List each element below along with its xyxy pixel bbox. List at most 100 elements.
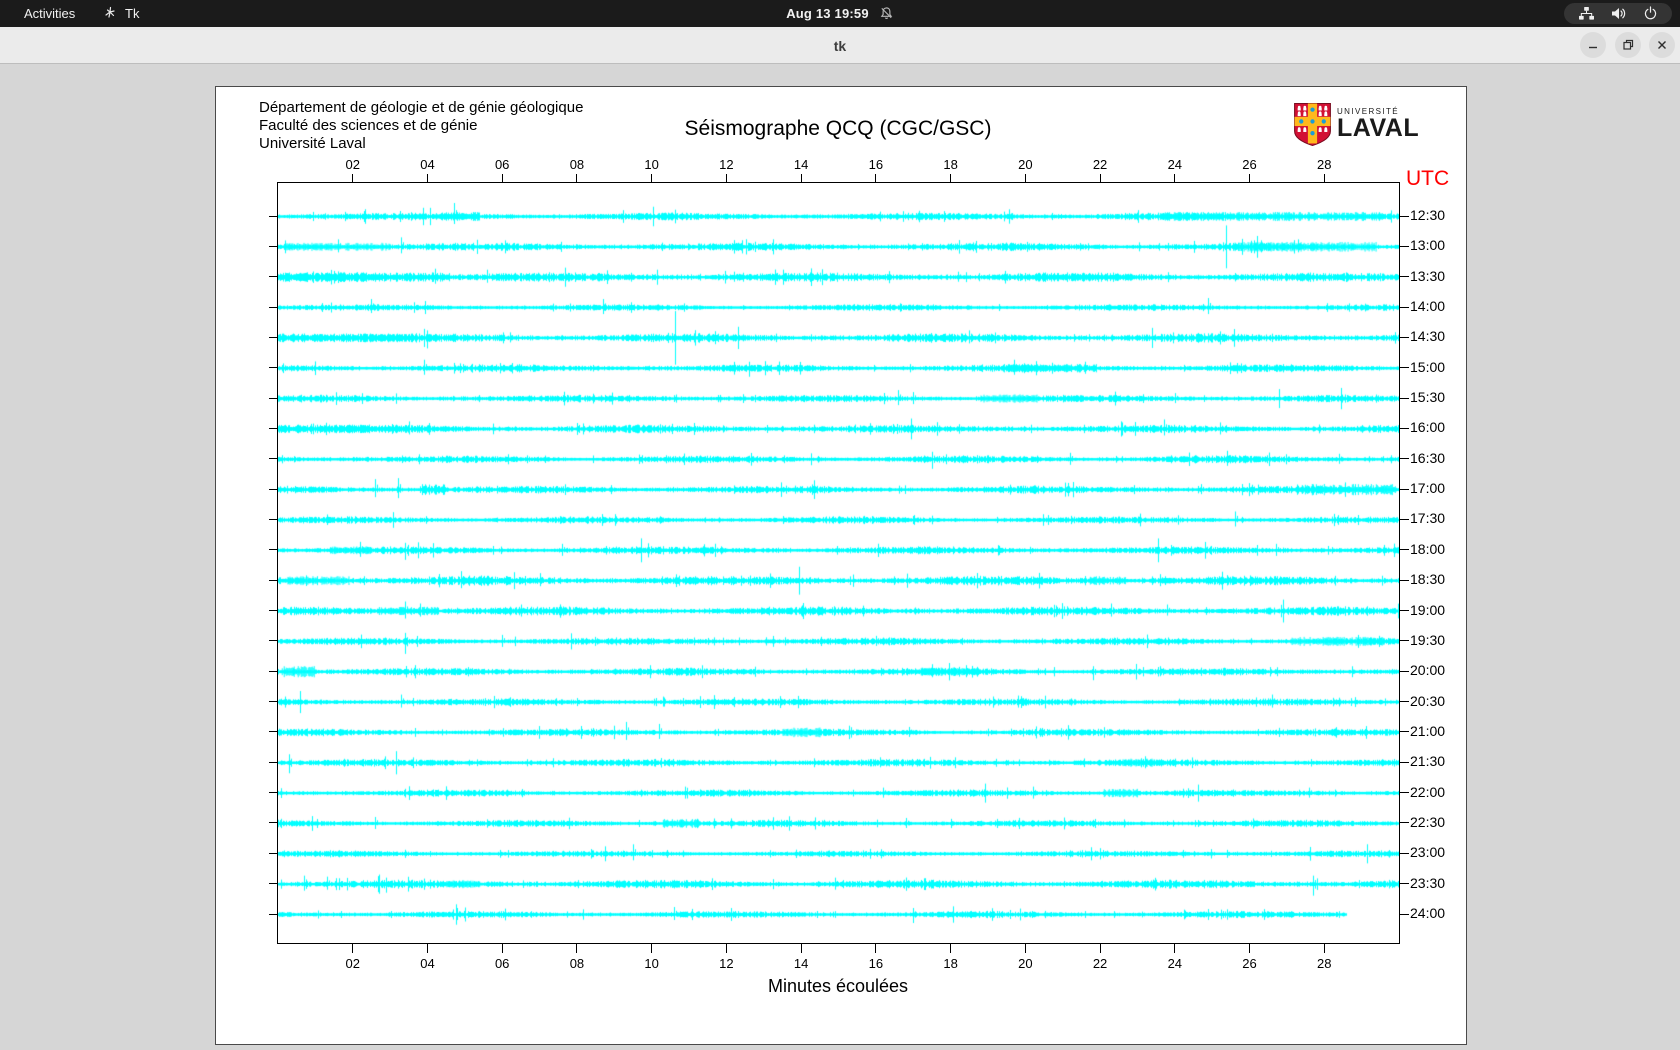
y-tick-right bbox=[1400, 549, 1409, 551]
y-tick-right bbox=[1400, 215, 1409, 217]
y-tick-left bbox=[269, 670, 278, 672]
y-tick-right bbox=[1400, 458, 1409, 460]
x-tick-label-bottom: 20 bbox=[1018, 956, 1033, 971]
utc-time-label: 22:30 bbox=[1410, 813, 1446, 830]
utc-time-label: 19:30 bbox=[1410, 631, 1446, 648]
utc-time-label: 20:00 bbox=[1410, 662, 1446, 679]
x-tick-label-bottom: 02 bbox=[345, 956, 360, 971]
x-tick-bottom bbox=[1024, 944, 1026, 953]
y-tick-right bbox=[1400, 883, 1409, 885]
y-tick-left bbox=[269, 883, 278, 885]
utc-time-label: 18:00 bbox=[1410, 540, 1446, 557]
x-tick-top bbox=[1174, 174, 1176, 183]
x-tick-bottom bbox=[1249, 944, 1251, 953]
x-tick-top bbox=[1323, 174, 1325, 183]
y-tick-right bbox=[1400, 640, 1409, 642]
x-tick-label-bottom: 18 bbox=[943, 956, 958, 971]
utc-time-label: 21:30 bbox=[1410, 753, 1446, 770]
utc-time-label: 16:30 bbox=[1410, 449, 1446, 466]
x-tick-label-top: 12 bbox=[719, 157, 734, 172]
clock-menu[interactable]: Aug 13 19:59 bbox=[0, 0, 1680, 27]
y-tick-right bbox=[1400, 336, 1409, 338]
maximize-button[interactable] bbox=[1615, 32, 1641, 58]
x-tick-top bbox=[875, 174, 877, 183]
utc-time-label: 13:00 bbox=[1410, 237, 1446, 254]
x-tick-label-top: 02 bbox=[345, 157, 360, 172]
x-tick-label-bottom: 08 bbox=[569, 956, 585, 971]
utc-time-label: 18:30 bbox=[1410, 571, 1446, 588]
universite-laval-logo: UNIVERSITÉ LAVAL bbox=[1294, 103, 1419, 146]
y-tick-right bbox=[1400, 488, 1409, 490]
seismogram-canvas bbox=[278, 183, 1399, 943]
network-wired-icon bbox=[1578, 6, 1595, 21]
y-tick-right bbox=[1400, 852, 1409, 854]
x-tick-label-bottom: 06 bbox=[494, 956, 510, 971]
utc-time-label: 24:00 bbox=[1410, 905, 1446, 921]
utc-time-label: 15:30 bbox=[1410, 389, 1446, 406]
x-tick-bottom bbox=[651, 944, 653, 953]
y-tick-left bbox=[269, 549, 278, 551]
y-tick-left bbox=[269, 397, 278, 399]
activities-button[interactable]: Activities bbox=[14, 0, 85, 27]
y-tick-left bbox=[269, 458, 278, 460]
y-tick-right bbox=[1400, 245, 1409, 247]
x-tick-label-bottom: 10 bbox=[644, 956, 659, 971]
y-tick-left bbox=[269, 245, 278, 247]
utc-time-label: 12:30 bbox=[1410, 207, 1446, 223]
x-tick-label-top: 26 bbox=[1242, 157, 1257, 172]
utc-axis-label: UTC bbox=[1406, 167, 1450, 190]
x-tick-top bbox=[501, 174, 503, 183]
x-tick-label-top: 18 bbox=[943, 157, 958, 172]
x-tick-bottom bbox=[800, 944, 802, 953]
y-tick-left bbox=[269, 488, 278, 490]
x-tick-bottom bbox=[875, 944, 877, 953]
y-tick-left bbox=[269, 761, 278, 763]
x-tick-top bbox=[576, 174, 578, 183]
x-tick-top bbox=[1099, 174, 1101, 183]
x-tick-top bbox=[800, 174, 802, 183]
y-tick-right bbox=[1400, 761, 1409, 763]
y-tick-left bbox=[269, 215, 278, 217]
y-tick-right bbox=[1400, 397, 1409, 399]
x-tick-label-top: 28 bbox=[1317, 157, 1332, 172]
header-line-1: Département de géologie et de génie géol… bbox=[259, 99, 584, 116]
y-tick-left bbox=[269, 518, 278, 520]
x-tick-label-bottom: 28 bbox=[1317, 956, 1332, 971]
y-tick-left bbox=[269, 367, 278, 369]
x-tick-top bbox=[950, 174, 952, 183]
y-tick-right bbox=[1400, 276, 1409, 278]
laval-shield-icon bbox=[1294, 103, 1331, 146]
y-tick-right bbox=[1400, 822, 1409, 824]
y-tick-right bbox=[1400, 701, 1409, 703]
tk-icon bbox=[103, 6, 118, 21]
utc-time-label: 16:00 bbox=[1410, 419, 1446, 436]
utc-time-label: 14:30 bbox=[1410, 328, 1446, 345]
utc-time-label: 23:30 bbox=[1410, 874, 1446, 891]
x-tick-label-bottom: 04 bbox=[420, 956, 435, 971]
close-button[interactable] bbox=[1649, 32, 1675, 58]
clock-text: Aug 13 19:59 bbox=[786, 6, 869, 21]
x-tick-label-top: 10 bbox=[644, 157, 659, 172]
minimize-button[interactable] bbox=[1580, 32, 1606, 58]
x-tick-bottom bbox=[352, 944, 354, 953]
x-tick-bottom bbox=[1323, 944, 1325, 953]
x-tick-top bbox=[352, 174, 354, 183]
y-tick-right bbox=[1400, 610, 1409, 612]
y-tick-left bbox=[269, 276, 278, 278]
x-tick-label-bottom: 22 bbox=[1092, 956, 1108, 971]
y-tick-right bbox=[1400, 913, 1409, 915]
app-indicator-tk[interactable]: Tk bbox=[103, 0, 139, 27]
x-tick-label-bottom: 12 bbox=[719, 956, 734, 971]
system-tray[interactable] bbox=[1564, 3, 1672, 24]
utc-time-label: 19:00 bbox=[1410, 601, 1446, 618]
y-tick-right bbox=[1400, 518, 1409, 520]
utc-time-label: 13:30 bbox=[1410, 267, 1446, 284]
x-axis-title: Minutes écoulées bbox=[767, 976, 909, 996]
x-tick-bottom bbox=[501, 944, 503, 953]
window-titlebar[interactable]: tk bbox=[0, 27, 1680, 64]
x-tick-bottom bbox=[950, 944, 952, 953]
y-tick-left bbox=[269, 792, 278, 794]
power-icon bbox=[1643, 6, 1658, 21]
seismograph-panel: Département de géologie et de génie géol… bbox=[215, 86, 1467, 1045]
utc-time-label: 21:00 bbox=[1410, 722, 1446, 739]
